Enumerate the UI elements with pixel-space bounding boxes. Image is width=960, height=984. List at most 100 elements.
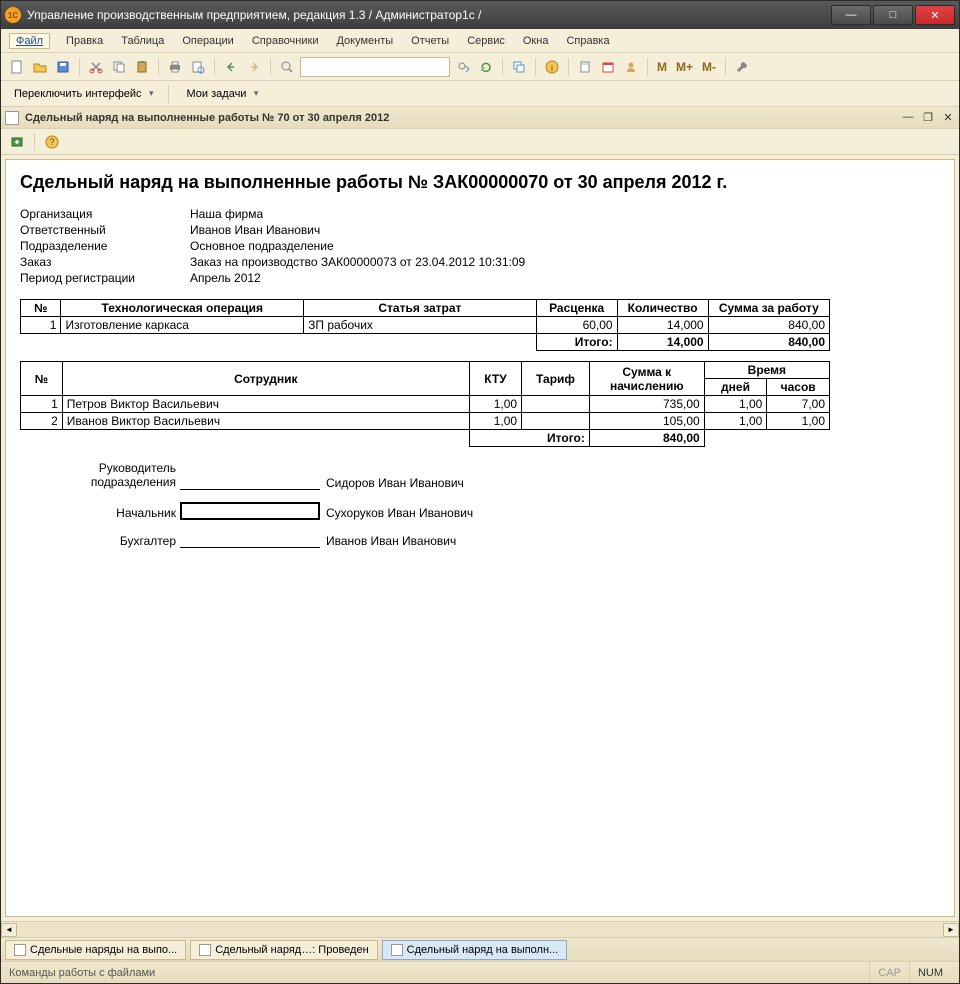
new-icon[interactable] [7,57,27,77]
minimize-button[interactable]: — [831,5,871,25]
menu-operations[interactable]: Операции [180,33,235,49]
t2-total-row: Итого: 840,00 [21,430,830,447]
close-button[interactable]: ✕ [915,5,955,25]
document-icon [199,944,211,956]
my-tasks-button[interactable]: Мои задачи [180,85,262,103]
undo-icon[interactable] [221,57,241,77]
t2-h-num: № [21,362,63,396]
num-indicator: NUM [909,962,951,983]
menu-reports[interactable]: Отчеты [409,33,451,49]
t2-h-hours: часов [767,379,830,396]
menu-edit[interactable]: Правка [64,33,105,49]
meta-resp-value: Иванов Иван Иванович [190,223,320,237]
horizontal-scrollbar[interactable]: ◄ ► [1,921,959,937]
doc-close-button[interactable]: ✕ [941,111,955,124]
scroll-left-icon[interactable]: ◄ [1,923,17,937]
copy-icon[interactable] [109,57,129,77]
meta-org-value: Наша фирма [190,207,263,221]
menu-help[interactable]: Справка [564,33,611,49]
svg-text:?: ? [49,137,54,147]
t2-h-ktu: КТУ [469,362,521,396]
sign-acc-name: Иванов Иван Иванович [326,534,456,548]
report-content[interactable]: Сдельный наряд на выполненные работы № З… [5,159,955,917]
report-heading: Сдельный наряд на выполненные работы № З… [20,172,940,193]
t1-h-rate: Расценка [536,300,617,317]
user-icon[interactable] [621,57,641,77]
menubar: Файл Правка Таблица Операции Справочники… [1,29,959,53]
meta-dept-value: Основное подразделение [190,239,334,253]
redo-icon[interactable] [244,57,264,77]
svg-text:i: i [551,63,553,73]
meta-order-value: Заказ на производство ЗАК00000073 от 23.… [190,255,525,269]
tab-doc[interactable]: Сдельный наряд…: Проведен [190,940,377,960]
document-title: Сдельный наряд на выполненные работы № 7… [25,112,901,124]
paste-icon[interactable] [132,57,152,77]
t2-h-tarif: Тариф [522,362,590,396]
window-title: Управление производственным предприятием… [27,8,831,22]
app-icon: 1C [5,7,21,23]
table-row: 2 Иванов Виктор Васильевич 1,00 105,00 1… [21,413,830,430]
print-icon[interactable] [165,57,185,77]
maximize-button[interactable]: □ [873,5,913,25]
cap-indicator: CAP [869,962,909,983]
sign-line [180,502,320,520]
t1-h-op: Технологическая операция [61,300,304,317]
t2-h-time: Время [704,362,829,379]
menu-table[interactable]: Таблица [119,33,166,49]
table-row: 1 Изготовление каркаса ЗП рабочих 60,00 … [21,317,830,334]
document-icon [391,944,403,956]
doc-restore-button[interactable]: ❐ [921,111,935,124]
save-icon[interactable] [53,57,73,77]
t1-h-qty: Количество [617,300,708,317]
memory-m[interactable]: M [654,60,670,74]
t1-h-sum: Сумма за работу [708,300,829,317]
menu-documents[interactable]: Документы [334,33,395,49]
menu-file[interactable]: Файл [9,33,50,49]
tab-list[interactable]: Сдельные наряды на выпо... [5,940,186,960]
memory-mminus[interactable]: M- [699,60,719,74]
scroll-right-icon[interactable]: ► [943,923,959,937]
window-tabs: Сдельные наряды на выпо... Сдельный наря… [1,937,959,961]
switch-interface-button[interactable]: Переключить интерфейс [7,85,157,103]
search-icon[interactable] [277,57,297,77]
memory-mplus[interactable]: M+ [673,60,696,74]
refresh-icon[interactable] [476,57,496,77]
search-input[interactable] [300,57,450,77]
statusbar: Команды работы с файлами CAP NUM [1,961,959,983]
cut-icon[interactable] [86,57,106,77]
sign-chief-label: Начальник [20,506,180,520]
document-icon [14,944,26,956]
meta-period-label: Период регистрации [20,271,190,285]
meta-org-label: Организация [20,207,190,221]
menu-references[interactable]: Справочники [250,33,321,49]
tab-report[interactable]: Сдельный наряд на выполн... [382,940,568,960]
main-toolbar: i M M+ M- [1,53,959,81]
operations-table: № Технологическая операция Статья затрат… [20,299,830,351]
menu-windows[interactable]: Окна [521,33,551,49]
help-icon[interactable]: ? [42,132,62,152]
tools-icon[interactable] [732,57,752,77]
table-row: 1 Петров Виктор Васильевич 1,00 735,00 1… [21,396,830,413]
sign-head-label: Руководитель подразделения [20,461,180,490]
document-toolbar: ? [1,129,959,155]
print-preview-icon[interactable] [188,57,208,77]
meta-resp-label: Ответственный [20,223,190,237]
t2-h-emp: Сотрудник [62,362,469,396]
calc-icon[interactable] [575,57,595,77]
export-icon[interactable] [7,132,27,152]
sign-acc-label: Бухгалтер [20,534,180,548]
sign-head-name: Сидоров Иван Иванович [326,476,464,490]
windows-icon[interactable] [509,57,529,77]
scroll-track[interactable] [17,923,943,937]
open-icon[interactable] [30,57,50,77]
main-window: 1C Управление производственным предприят… [0,0,960,984]
info-icon[interactable]: i [542,57,562,77]
doc-minimize-button[interactable]: — [901,111,915,124]
secondary-toolbar: Переключить интерфейс Мои задачи [1,81,959,107]
meta-period-value: Апрель 2012 [190,271,261,285]
employees-table: № Сотрудник КТУ Тариф Сумма к начислению… [20,361,830,447]
meta-order-label: Заказ [20,255,190,269]
calendar-icon[interactable] [598,57,618,77]
search-next-icon[interactable] [453,57,473,77]
menu-service[interactable]: Сервис [465,33,507,49]
